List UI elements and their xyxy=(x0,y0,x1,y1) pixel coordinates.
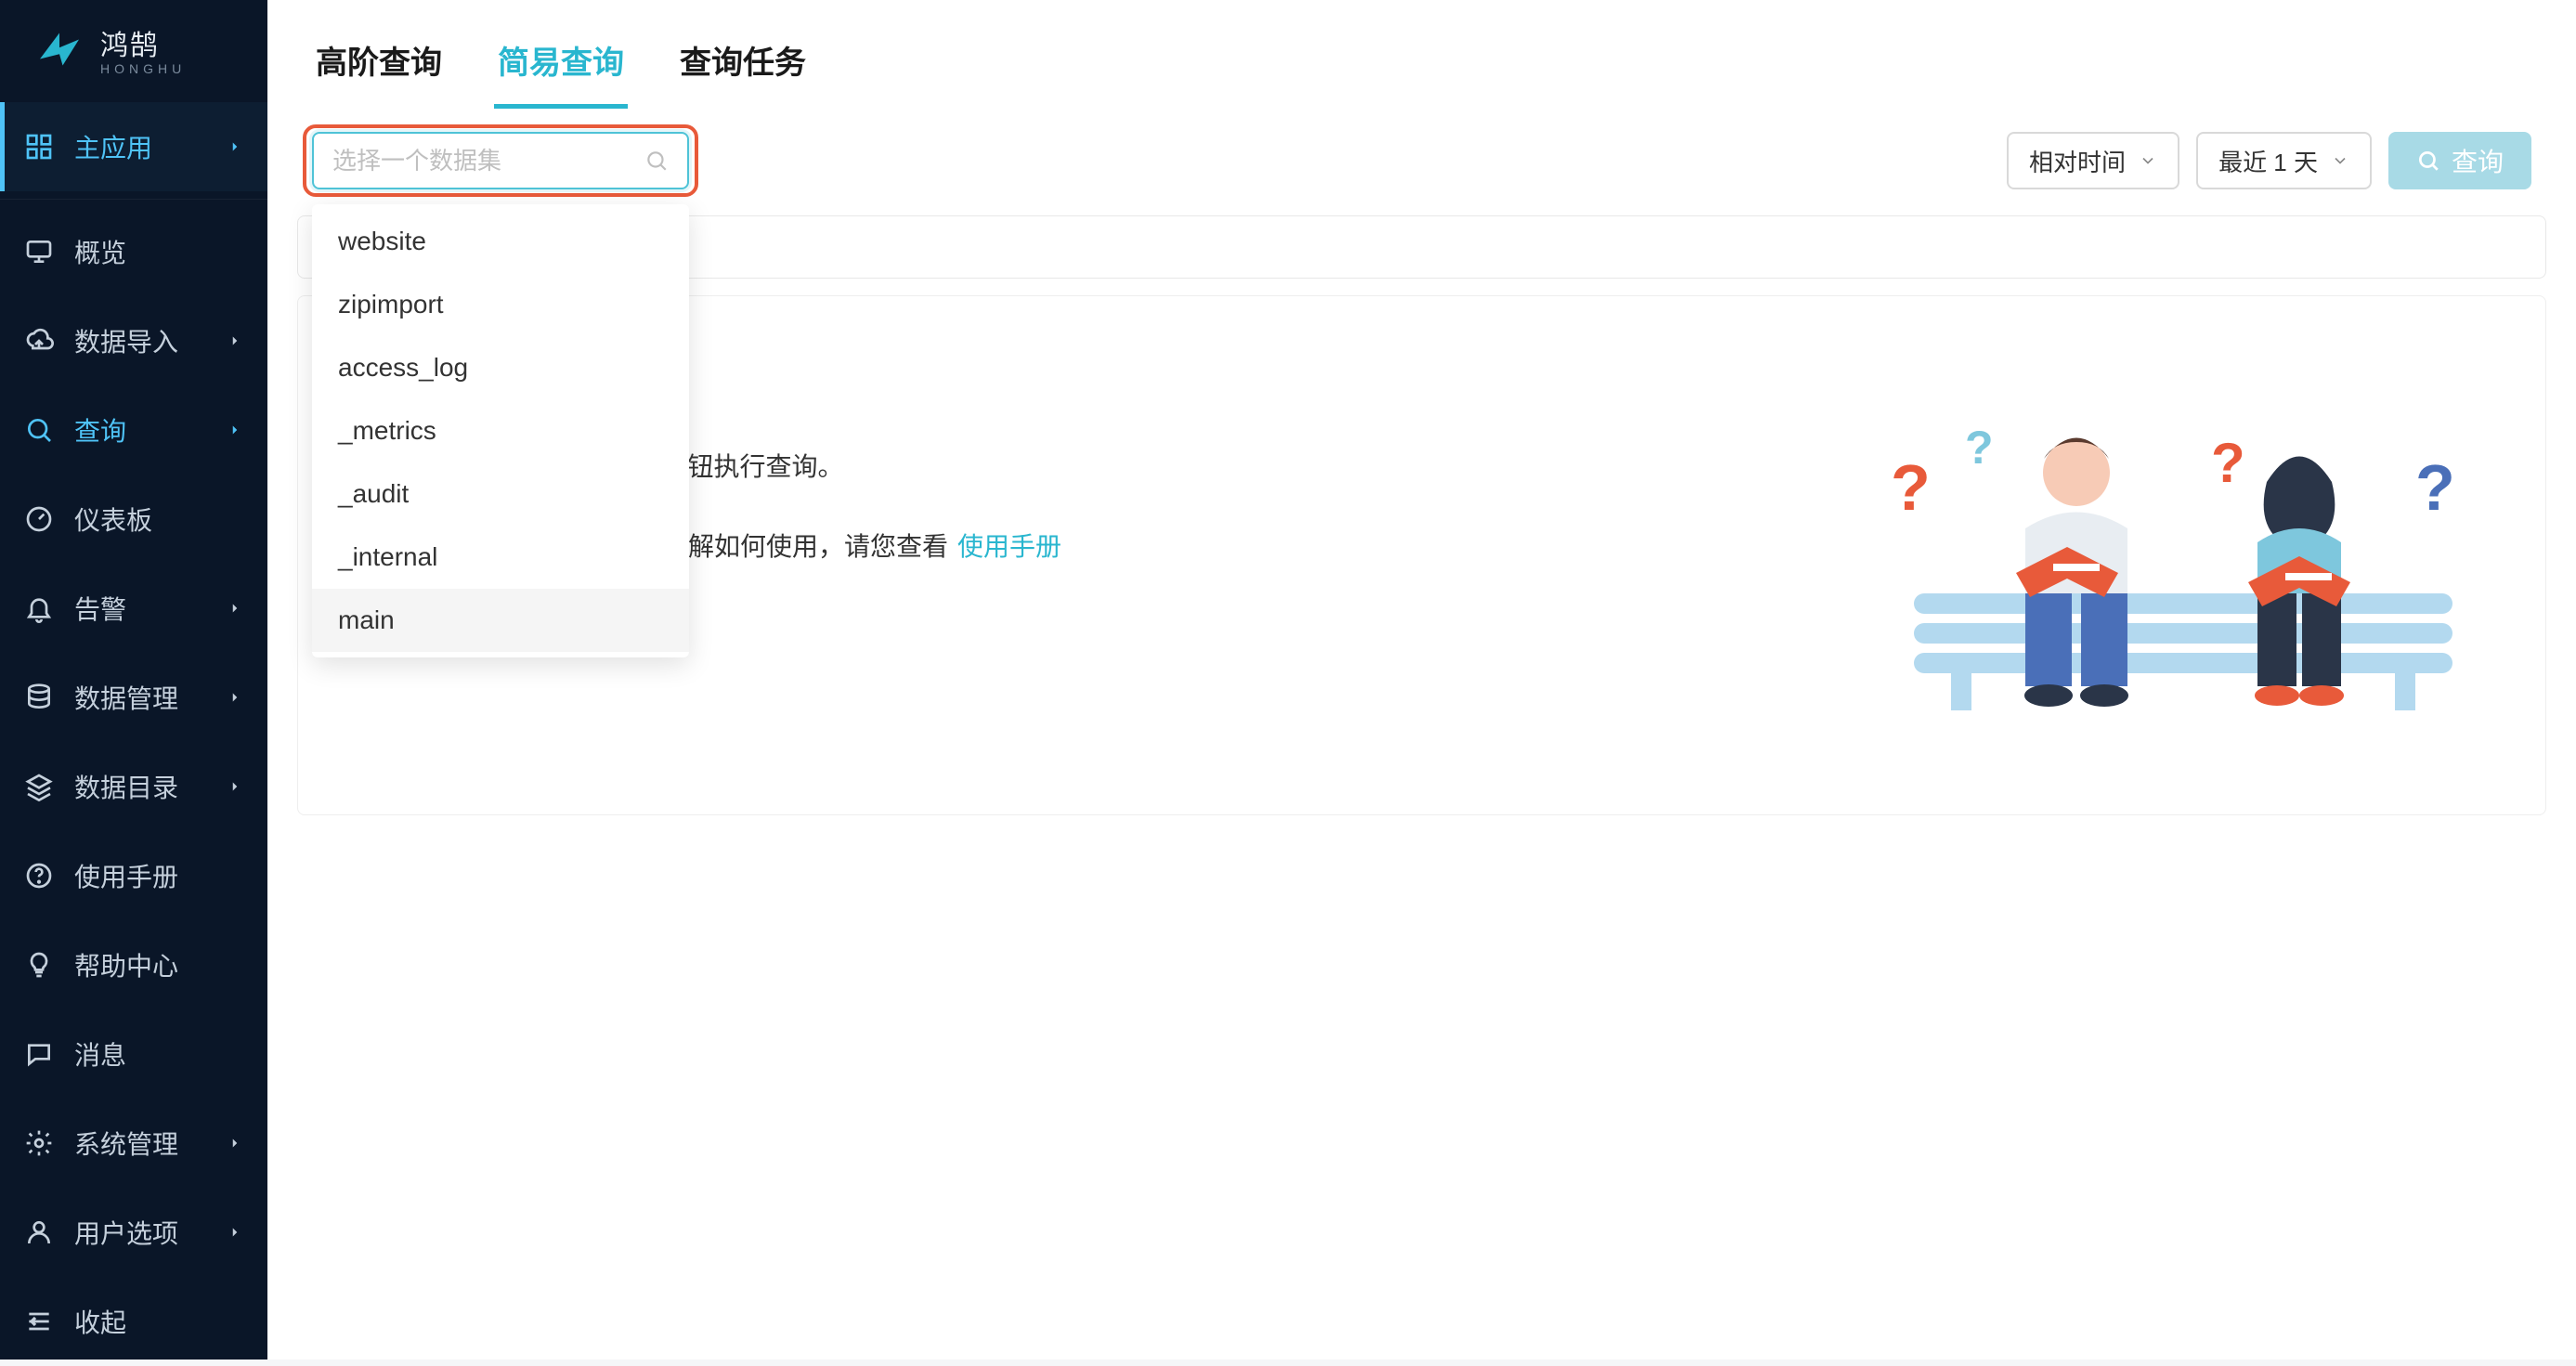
sidebar-data-manage[interactable]: 数据管理 xyxy=(0,653,267,742)
gauge-icon xyxy=(24,504,54,534)
time-range-label: 最近 1 天 xyxy=(2218,144,2318,178)
bulb-icon xyxy=(24,950,54,980)
dataset-option-zipimport[interactable]: zipimport xyxy=(312,273,689,336)
sidebar-system[interactable]: 系统管理 xyxy=(0,1099,267,1188)
tab-query-tasks[interactable]: 查询任务 xyxy=(676,20,810,109)
toolbar: website zipimport access_log _metrics _a… xyxy=(267,110,2576,212)
sidebar-item-label: 消息 xyxy=(74,1035,243,1073)
sidebar-alert[interactable]: 告警 xyxy=(0,564,267,653)
chevron-right-icon xyxy=(227,1135,243,1151)
brand-name-cn: 鸿鹄 xyxy=(100,22,186,63)
chevron-right-icon xyxy=(227,1224,243,1241)
dataset-select-input[interactable] xyxy=(332,147,644,176)
chevron-down-icon xyxy=(2139,151,2157,170)
sidebar-data-import[interactable]: 数据导入 xyxy=(0,296,267,385)
sidebar-item-label: 收起 xyxy=(74,1303,243,1340)
sidebar-manual[interactable]: 使用手册 xyxy=(0,831,267,920)
sidebar-main-app-label: 主应用 xyxy=(74,128,227,165)
monitor-icon xyxy=(24,237,54,267)
chevron-right-icon xyxy=(227,138,243,155)
search-icon xyxy=(2416,149,2440,173)
cloud-upload-icon xyxy=(24,326,54,356)
time-mode-select[interactable]: 相对时间 xyxy=(2007,132,2179,189)
chevron-down-icon xyxy=(2331,151,2349,170)
sidebar-nav: 主应用 概览 数据导入 查询 仪表板 xyxy=(0,102,267,1366)
sidebar: 鸿鹄 HONGHU 主应用 概览 数据导入 xyxy=(0,0,267,1359)
sidebar-item-label: 用户选项 xyxy=(74,1214,227,1251)
search-icon xyxy=(24,415,54,445)
sidebar-item-label: 系统管理 xyxy=(74,1125,227,1162)
sidebar-main-app[interactable]: 主应用 xyxy=(0,102,267,191)
chevron-right-icon xyxy=(227,600,243,617)
bell-icon xyxy=(24,593,54,623)
sidebar-item-label: 数据导入 xyxy=(74,322,227,359)
chat-icon xyxy=(24,1039,54,1069)
settings-icon xyxy=(24,1128,54,1158)
time-mode-label: 相对时间 xyxy=(2029,144,2126,178)
layers-icon xyxy=(24,772,54,801)
brand-logo: 鸿鹄 HONGHU xyxy=(0,0,267,102)
sidebar-item-label: 帮助中心 xyxy=(74,946,243,983)
query-button-label: 查询 xyxy=(2452,142,2504,179)
brand-name-en: HONGHU xyxy=(100,61,186,76)
svg-text:?: ? xyxy=(1891,451,1931,524)
sidebar-item-label: 数据目录 xyxy=(74,768,227,805)
user-icon xyxy=(24,1217,54,1247)
logo-icon xyxy=(33,23,85,75)
chevron-right-icon xyxy=(227,778,243,795)
sidebar-item-label: 仪表板 xyxy=(74,501,243,538)
grid-icon xyxy=(24,132,54,162)
dataset-option-audit[interactable]: _audit xyxy=(312,462,689,526)
sidebar-item-label: 概览 xyxy=(74,233,243,270)
svg-text:?: ? xyxy=(2415,451,2455,524)
tab-simple-query[interactable]: 简易查询 xyxy=(494,20,628,109)
sidebar-query[interactable]: 查询 xyxy=(0,385,267,475)
dataset-dropdown: website zipimport access_log _metrics _a… xyxy=(312,204,689,657)
sidebar-overview[interactable]: 概览 xyxy=(0,207,267,296)
database-icon xyxy=(24,683,54,712)
chevron-right-icon xyxy=(227,689,243,706)
sidebar-help-center[interactable]: 帮助中心 xyxy=(0,920,267,1009)
sidebar-data-catalog[interactable]: 数据目录 xyxy=(0,742,267,831)
sidebar-dashboard[interactable]: 仪表板 xyxy=(0,475,267,564)
dataset-option-metrics[interactable]: _metrics xyxy=(312,399,689,462)
chevron-right-icon xyxy=(227,422,243,438)
dataset-option-website[interactable]: website xyxy=(312,210,689,273)
sidebar-user-options[interactable]: 用户选项 xyxy=(0,1188,267,1277)
sidebar-item-label: 数据管理 xyxy=(74,679,227,716)
empty-state-illustration: ? ? ? ? xyxy=(1858,371,2508,723)
help-icon xyxy=(24,861,54,891)
dataset-select-wrap: website zipimport access_log _metrics _a… xyxy=(312,132,689,189)
time-range-select[interactable]: 最近 1 天 xyxy=(2196,132,2372,189)
dataset-option-main[interactable]: main xyxy=(312,589,689,652)
svg-text:?: ? xyxy=(2211,432,2245,494)
sidebar-collapse[interactable]: 收起 xyxy=(0,1277,267,1366)
query-tabs: 高阶查询 简易查询 查询任务 xyxy=(267,0,2576,110)
main-content: 高阶查询 简易查询 查询任务 website zipimport access_… xyxy=(267,0,2576,1359)
chevron-right-icon xyxy=(227,332,243,349)
dataset-option-internal[interactable]: _internal xyxy=(312,526,689,589)
sidebar-item-label: 使用手册 xyxy=(74,857,243,894)
sidebar-messages[interactable]: 消息 xyxy=(0,1009,267,1099)
manual-link[interactable]: 使用手册 xyxy=(957,527,1061,564)
tab-advanced-query[interactable]: 高阶查询 xyxy=(312,20,446,109)
query-button[interactable]: 查询 xyxy=(2388,132,2531,189)
sidebar-item-label: 告警 xyxy=(74,590,227,627)
dataset-option-access-log[interactable]: access_log xyxy=(312,336,689,399)
search-icon xyxy=(644,149,669,173)
dataset-select[interactable] xyxy=(312,132,689,189)
sidebar-item-label: 查询 xyxy=(74,411,227,449)
collapse-icon xyxy=(24,1307,54,1336)
svg-text:?: ? xyxy=(1965,422,1994,474)
